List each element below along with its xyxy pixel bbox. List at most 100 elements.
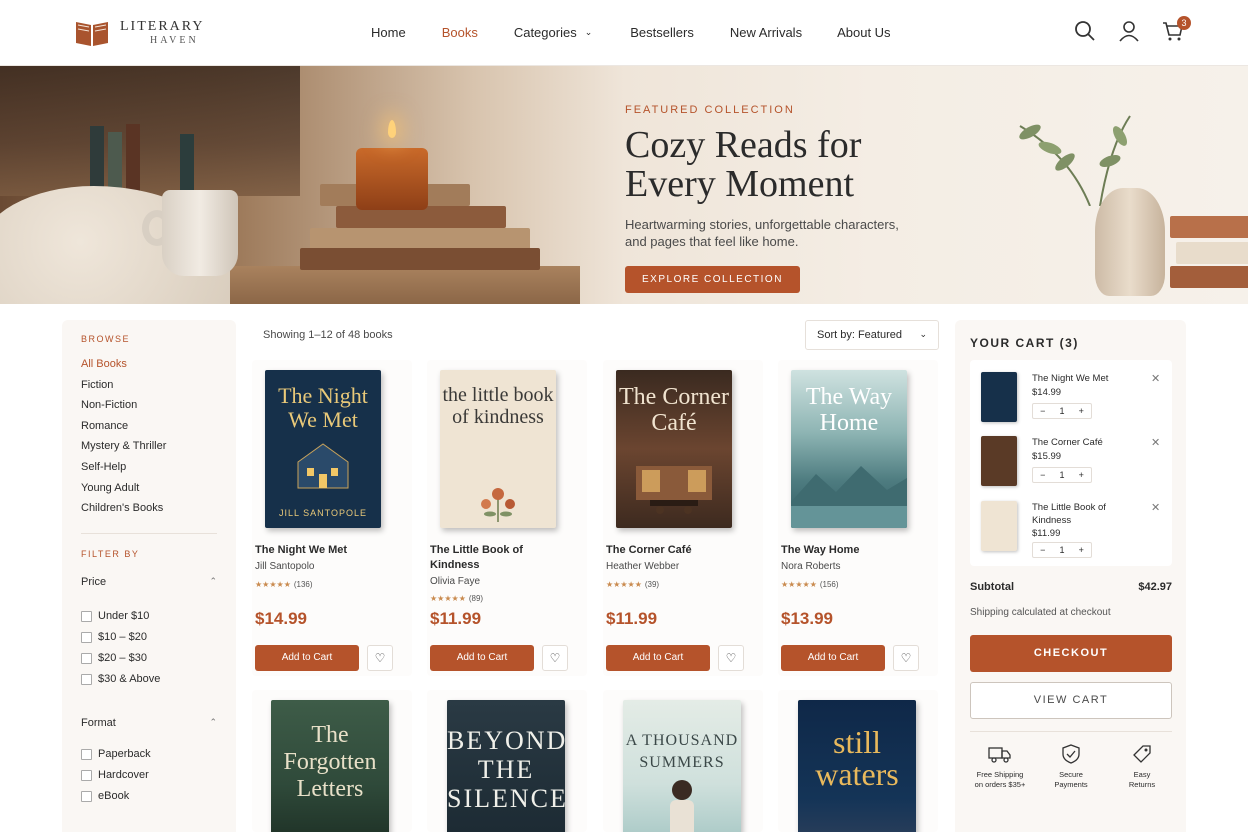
- hero-eyebrow: FEATURED COLLECTION: [625, 104, 795, 116]
- nav-books[interactable]: Books: [442, 25, 478, 40]
- cover-title: The Forgotten Letters: [283, 722, 377, 802]
- perks-row: Free Shipping on orders $35+ Secure Paym…: [970, 744, 1172, 790]
- minus-icon[interactable]: −: [1040, 470, 1045, 480]
- product-title[interactable]: The Way Home: [781, 543, 891, 558]
- add-to-cart-button[interactable]: Add to Cart: [255, 645, 359, 671]
- minus-icon[interactable]: −: [1040, 406, 1045, 416]
- checkbox-label: Under $10: [98, 610, 150, 623]
- cart-item-name[interactable]: The Corner Café: [1032, 436, 1132, 449]
- category-childrens-books[interactable]: Children's Books: [81, 502, 217, 523]
- format-filter-label: Format: [81, 716, 116, 729]
- format-option-paperback[interactable]: Paperback: [81, 744, 217, 765]
- explore-collection-button[interactable]: EXPLORE COLLECTION: [625, 266, 800, 293]
- main-nav: Home Books Categories ⌄ Bestsellers New …: [371, 25, 891, 40]
- remove-item-icon[interactable]: ✕: [1151, 372, 1160, 385]
- category-fiction[interactable]: Fiction: [81, 379, 217, 400]
- checkbox[interactable]: [81, 652, 92, 664]
- quantity-stepper: − 1 +: [1032, 467, 1092, 483]
- book-cover[interactable]: The Corner Café: [616, 370, 732, 528]
- category-all-books[interactable]: All Books: [81, 358, 217, 379]
- user-icon[interactable]: [1118, 20, 1140, 42]
- checkout-button[interactable]: CHECKOUT: [970, 635, 1172, 672]
- nav-categories[interactable]: Categories ⌄: [514, 25, 592, 40]
- cart-item: The Night We Met $14.99 − 1 + ✕: [970, 372, 1172, 432]
- quantity-value[interactable]: 1: [1059, 545, 1064, 555]
- cover-title: A THOUSAND SUMMERS: [625, 732, 739, 771]
- product-card[interactable]: still waters: [778, 690, 938, 832]
- checkbox[interactable]: [81, 610, 92, 622]
- checkbox[interactable]: [81, 769, 92, 781]
- product-title[interactable]: The Night We Met: [255, 543, 365, 558]
- price-filter-toggle[interactable]: Price ⌃: [81, 576, 217, 588]
- book-cover[interactable]: The Night We Met JILL SANTOPOLE: [265, 370, 381, 528]
- sort-dropdown[interactable]: Sort by: Featured ⌄: [805, 320, 939, 350]
- chevron-up-icon: ⌃: [209, 716, 217, 727]
- add-to-cart-button[interactable]: Add to Cart: [606, 645, 710, 671]
- add-to-cart-button[interactable]: Add to Cart: [781, 645, 885, 671]
- cart-item-thumbnail[interactable]: [981, 501, 1017, 551]
- product-title[interactable]: The Corner Café: [606, 543, 716, 558]
- search-icon[interactable]: [1074, 20, 1096, 42]
- book-cover[interactable]: the little book of kindness: [440, 370, 556, 528]
- quantity-value[interactable]: 1: [1059, 470, 1064, 480]
- price-option-10-20[interactable]: $10 – $20: [81, 627, 217, 648]
- book-cover[interactable]: The Forgotten Letters: [271, 700, 389, 832]
- nav-new-arrivals[interactable]: New Arrivals: [730, 25, 802, 40]
- price-option-30-above[interactable]: $30 & Above: [81, 669, 217, 690]
- product-card[interactable]: A THOUSAND SUMMERS: [603, 690, 763, 832]
- product-card[interactable]: The Night We Met JILL SANTOPOLE The Nigh…: [252, 360, 412, 676]
- checkbox[interactable]: [81, 673, 92, 685]
- price-option-under-10[interactable]: Under $10: [81, 606, 217, 627]
- heart-icon[interactable]: ♡: [893, 645, 919, 671]
- book-cover[interactable]: BEYOND THE SILENCE: [447, 700, 565, 832]
- add-to-cart-button[interactable]: Add to Cart: [430, 645, 534, 671]
- quantity-value[interactable]: 1: [1059, 406, 1064, 416]
- view-cart-button[interactable]: VIEW CART: [970, 682, 1172, 719]
- remove-item-icon[interactable]: ✕: [1151, 501, 1160, 514]
- product-card[interactable]: The Way Home The Way Home Nora Roberts ★…: [778, 360, 938, 676]
- category-self-help[interactable]: Self-Help: [81, 461, 217, 482]
- heart-icon[interactable]: ♡: [718, 645, 744, 671]
- house-illustration: [297, 443, 349, 489]
- product-title[interactable]: The Little Book of Kindness: [430, 543, 540, 573]
- book-cover[interactable]: still waters: [798, 700, 916, 832]
- book-cover[interactable]: A THOUSAND SUMMERS: [623, 700, 741, 832]
- price-option-20-30[interactable]: $20 – $30: [81, 648, 217, 669]
- product-card[interactable]: BEYOND THE SILENCE: [427, 690, 587, 832]
- perk-easy-returns: Easy Returns: [1112, 744, 1172, 790]
- logo[interactable]: LITERARY HAVEN: [74, 18, 204, 48]
- cart-item-name[interactable]: The Night We Met: [1032, 372, 1132, 385]
- product-card[interactable]: The Corner Café The Corner Café Heather …: [603, 360, 763, 676]
- minus-icon[interactable]: −: [1040, 545, 1045, 555]
- plus-icon[interactable]: +: [1079, 470, 1084, 480]
- remove-item-icon[interactable]: ✕: [1151, 436, 1160, 449]
- product-card[interactable]: The Forgotten Letters: [252, 690, 412, 832]
- heart-icon[interactable]: ♡: [542, 645, 568, 671]
- product-rating: ★★★★★ (39): [606, 580, 659, 589]
- category-mystery-thriller[interactable]: Mystery & Thriller: [81, 440, 217, 461]
- checkbox-label: $30 & Above: [98, 673, 161, 686]
- nav-home[interactable]: Home: [371, 25, 406, 40]
- product-card[interactable]: the little book of kindness The Little B…: [427, 360, 587, 676]
- checkbox[interactable]: [81, 790, 92, 802]
- nav-bestsellers[interactable]: Bestsellers: [630, 25, 694, 40]
- star-rating-icon: ★★★★★: [606, 580, 642, 589]
- plus-icon[interactable]: +: [1079, 406, 1084, 416]
- category-non-fiction[interactable]: Non-Fiction: [81, 399, 217, 420]
- category-young-adult[interactable]: Young Adult: [81, 482, 217, 503]
- category-romance[interactable]: Romance: [81, 420, 217, 441]
- filter-sidebar: BROWSE All Books Fiction Non-Fiction Rom…: [62, 320, 236, 832]
- cart-item-thumbnail[interactable]: [981, 372, 1017, 422]
- heart-icon[interactable]: ♡: [367, 645, 393, 671]
- format-filter-toggle[interactable]: Format ⌃: [81, 717, 217, 729]
- book-cover[interactable]: The Way Home: [791, 370, 907, 528]
- checkbox[interactable]: [81, 631, 92, 643]
- cart-button[interactable]: 3: [1162, 16, 1191, 42]
- plus-icon[interactable]: +: [1079, 545, 1084, 555]
- checkbox[interactable]: [81, 748, 92, 760]
- cart-item-thumbnail[interactable]: [981, 436, 1017, 486]
- nav-about-us[interactable]: About Us: [837, 25, 890, 40]
- cart-item-name[interactable]: The Little Book of Kindness: [1032, 501, 1132, 527]
- format-option-ebook[interactable]: eBook: [81, 786, 217, 807]
- format-option-hardcover[interactable]: Hardcover: [81, 765, 217, 786]
